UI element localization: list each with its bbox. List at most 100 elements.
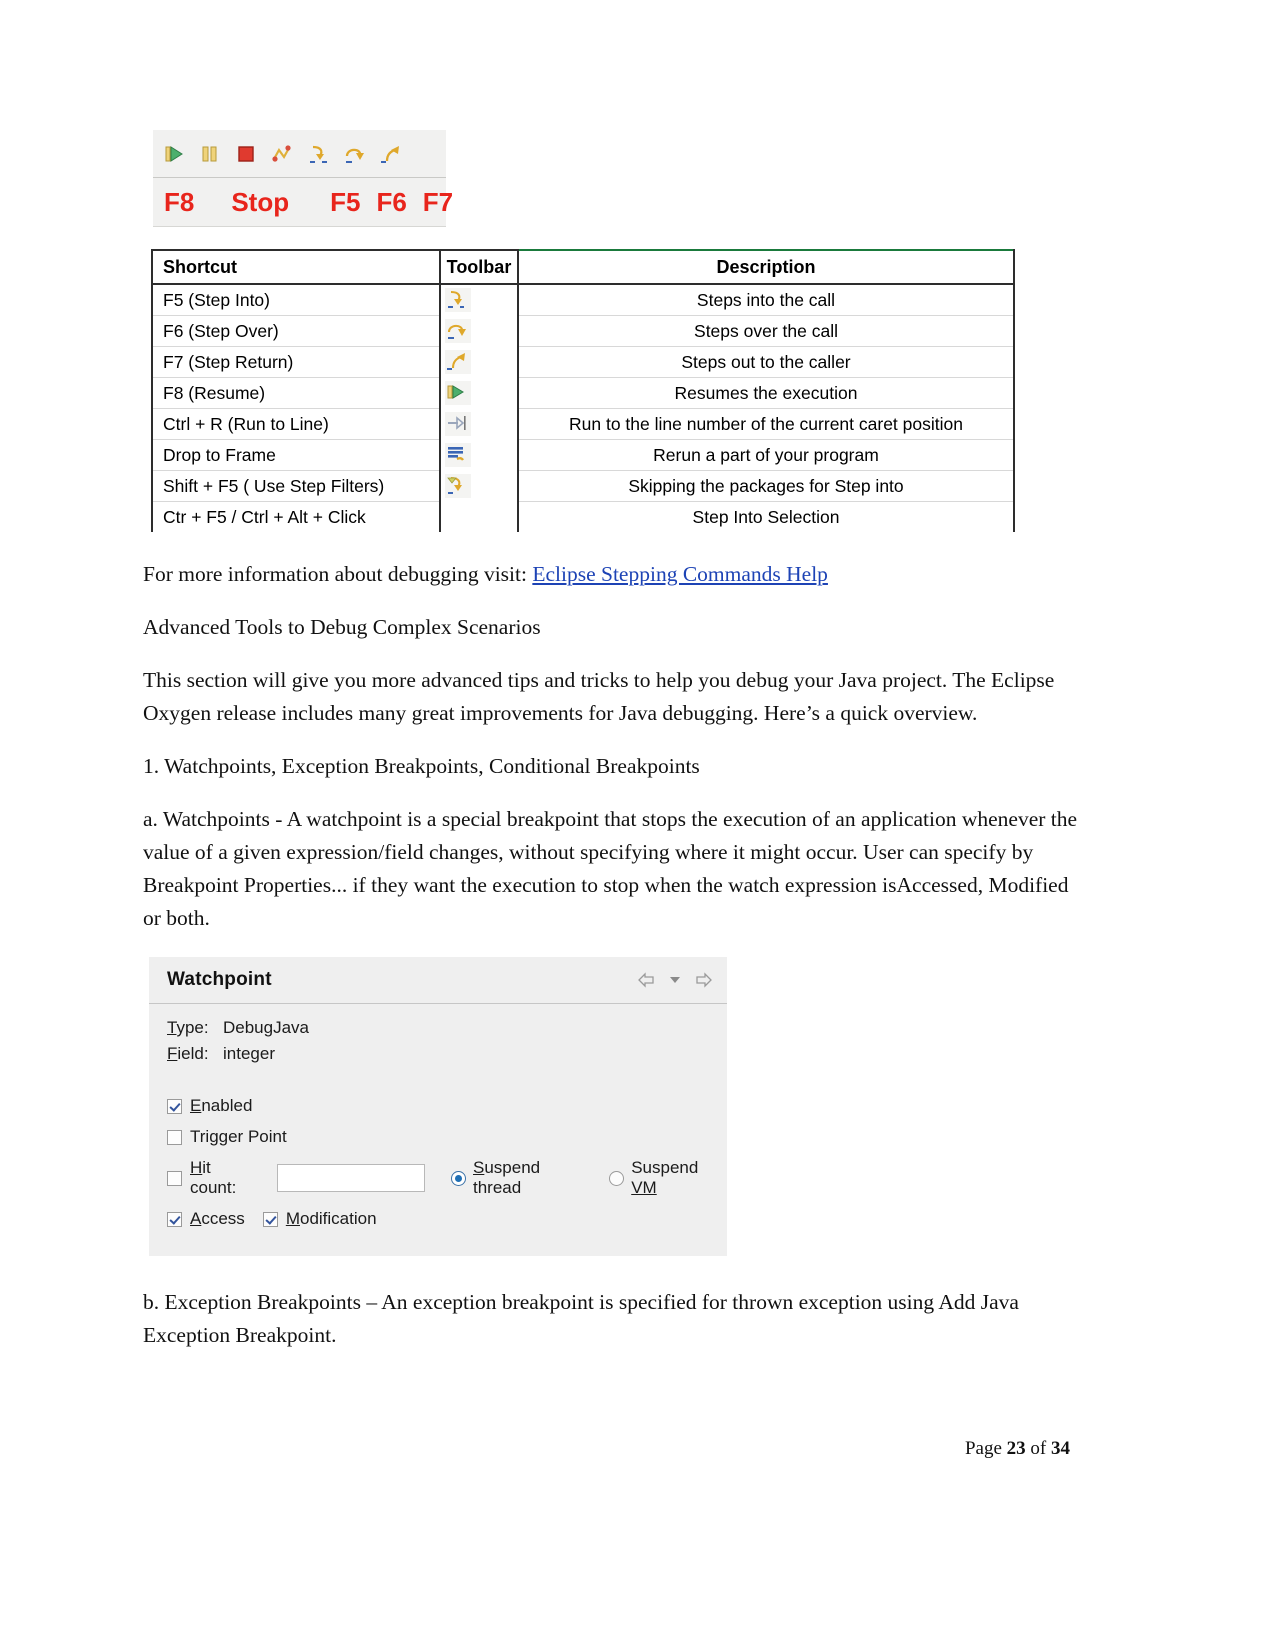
more-information-prefix: For more information about debugging vis… — [143, 562, 533, 586]
cell-toolbar — [440, 315, 519, 347]
cell-shortcut: Ctr + F5 / Ctrl + Alt + Click — [151, 501, 441, 532]
advanced-tools-heading: Advanced Tools to Debug Complex Scenario… — [143, 615, 541, 639]
enabled-checkbox[interactable] — [167, 1098, 182, 1114]
cell-description: Steps over the call — [518, 315, 1015, 347]
cell-shortcut: F6 (Step Over) — [151, 315, 441, 347]
cell-toolbar — [440, 470, 519, 502]
enabled-mnemonic: E — [190, 1096, 202, 1115]
intro-paragraph: This section will give you more advanced… — [143, 668, 1055, 725]
more-information-paragraph: For more information about debugging vis… — [143, 558, 1083, 591]
step-over-icon — [445, 319, 471, 343]
resume-icon — [445, 381, 471, 405]
hit-count-mnemonic: H — [190, 1158, 203, 1177]
key-label-f5: F5 — [330, 186, 361, 217]
suspend-vm-radio[interactable] — [609, 1170, 625, 1186]
table-row: F7 (Step Return) Steps out to the caller — [151, 346, 1015, 378]
enabled-label-rest: nabled — [201, 1096, 253, 1115]
cell-description: Rerun a part of your program — [518, 439, 1015, 471]
trigger-point-checkbox-row[interactable]: Trigger Point — [167, 1127, 727, 1147]
cell-description: Steps out to the caller — [518, 346, 1015, 378]
suspend-vm-label-prefix: Suspend — [631, 1158, 699, 1177]
cell-description: Run to the line number of the current ca… — [518, 408, 1015, 440]
document-page: F8 Stop F5 F6 F7 Shortcut Toolbar Descri… — [0, 0, 1275, 1650]
access-checkbox[interactable] — [167, 1211, 182, 1227]
type-field-label-rest: ype: — [176, 1018, 209, 1037]
suspend-thread-label: Suspend thread — [473, 1158, 591, 1198]
access-mnemonic: A — [190, 1209, 202, 1228]
step-into-icon — [307, 143, 329, 165]
step-into-icon — [445, 288, 471, 313]
field-field-mnemonic: F — [167, 1044, 178, 1063]
suspend-vm-label: Suspend VM — [631, 1158, 727, 1198]
cell-description: Skipping the packages for Step into — [518, 470, 1015, 502]
table-row: Ctrl + R (Run to Line) Run to the line n… — [151, 408, 1015, 440]
eclipse-stepping-commands-help-link[interactable]: Eclipse Stepping Commands Help — [532, 562, 828, 586]
trigger-point-checkbox[interactable] — [167, 1129, 182, 1145]
step-return-icon — [445, 350, 471, 374]
debug-toolbar-key-row: F8 Stop F5 F6 F7 — [153, 178, 453, 226]
cell-description: Step Into Selection — [518, 501, 1015, 532]
back-arrow-icon[interactable] — [637, 972, 657, 988]
key-label-stop: Stop — [231, 186, 290, 217]
type-field-label: Type: — [167, 1018, 223, 1038]
hit-count-checkbox[interactable] — [167, 1170, 182, 1186]
debug-toolbar-figure: F8 Stop F5 F6 F7 — [153, 130, 453, 227]
cell-shortcut: Shift + F5 ( Use Step Filters) — [151, 470, 441, 502]
table-row: Drop to Frame Rerun a part of your progr… — [151, 439, 1015, 471]
suspend-vm-radio-row[interactable]: Suspend VM — [609, 1158, 727, 1198]
field-field-value: integer — [223, 1044, 275, 1063]
cell-toolbar — [440, 377, 519, 409]
table-row: F6 (Step Over) Steps over the call — [151, 315, 1015, 347]
cell-shortcut: Drop to Frame — [151, 439, 441, 471]
cell-toolbar — [440, 346, 519, 378]
suspend-icon — [199, 143, 221, 165]
hit-count-label: Hit count: — [190, 1158, 261, 1198]
column-header-toolbar: Toolbar — [440, 249, 519, 285]
field-field-row: Field: integer — [167, 1044, 727, 1064]
hit-count-input[interactable] — [276, 1164, 425, 1192]
footer-total-pages: 34 — [1051, 1438, 1070, 1459]
debug-toolbar-icon-row — [153, 130, 446, 178]
key-label-f8: F8 — [164, 186, 195, 217]
forward-arrow-icon[interactable] — [693, 972, 713, 988]
access-modification-row[interactable]: Access Modification — [167, 1209, 727, 1229]
cell-description: Resumes the execution — [518, 377, 1015, 409]
suspend-thread-mnemonic: S — [473, 1158, 485, 1177]
trigger-point-checkbox-label: Trigger Point — [190, 1127, 287, 1146]
cell-toolbar — [440, 501, 519, 532]
cell-description: Steps into the call — [518, 284, 1015, 316]
list-item-a-watchpoints: a. Watchpoints - A watchpoint is a speci… — [143, 807, 1078, 930]
disconnect-icon — [271, 143, 293, 165]
field-field-label: Field: — [167, 1044, 223, 1064]
table-row: Shift + F5 ( Use Step Filters) Skipping … — [151, 470, 1015, 502]
run-to-line-icon — [445, 412, 471, 436]
cell-shortcut: Ctrl + R (Run to Line) — [151, 408, 441, 440]
modification-checkbox[interactable] — [262, 1211, 278, 1227]
suspend-thread-radio[interactable] — [451, 1170, 466, 1186]
footer-page-label: Page — [964, 1438, 1007, 1459]
modification-label: Modification — [286, 1209, 377, 1229]
page-footer: Page 23 of 34 — [0, 1438, 1275, 1460]
modification-checkbox-row[interactable]: Modification — [262, 1209, 377, 1229]
access-label-rest: ccess — [201, 1209, 245, 1228]
cell-shortcut: F5 (Step Into) — [151, 284, 441, 316]
watchpoint-dialog: Watchpoint Type: DebugJava Field: intege… — [149, 957, 727, 1256]
table-header-row: Shortcut Toolbar Description — [151, 249, 1015, 285]
chevron-down-icon[interactable] — [669, 974, 681, 986]
enabled-checkbox-row[interactable]: Enabled — [167, 1096, 727, 1116]
key-label-f6: F6 — [376, 186, 407, 217]
cell-toolbar — [440, 439, 519, 471]
suspend-thread-radio-row[interactable]: Suspend thread — [451, 1158, 591, 1198]
hit-count-row[interactable]: Hit count: Suspend thread Suspend VM — [167, 1158, 727, 1198]
type-field-row: Type: DebugJava — [167, 1018, 727, 1038]
enabled-checkbox-label: Enabled — [190, 1096, 252, 1116]
step-over-icon — [343, 143, 365, 165]
list-item-1: 1. Watchpoints, Exception Breakpoints, C… — [143, 754, 700, 778]
type-field-value: DebugJava — [223, 1018, 310, 1037]
footer-current-page: 23 — [1006, 1438, 1026, 1459]
watchpoint-dialog-body: Type: DebugJava Field: integer Enabled T… — [149, 1004, 727, 1256]
table-row: F8 (Resume) Resumes the execution — [151, 377, 1015, 409]
list-item-b-exception-breakpoints: b. Exception Breakpoints – An exception … — [143, 1290, 1019, 1347]
field-field-label-rest: ield: — [177, 1044, 209, 1063]
